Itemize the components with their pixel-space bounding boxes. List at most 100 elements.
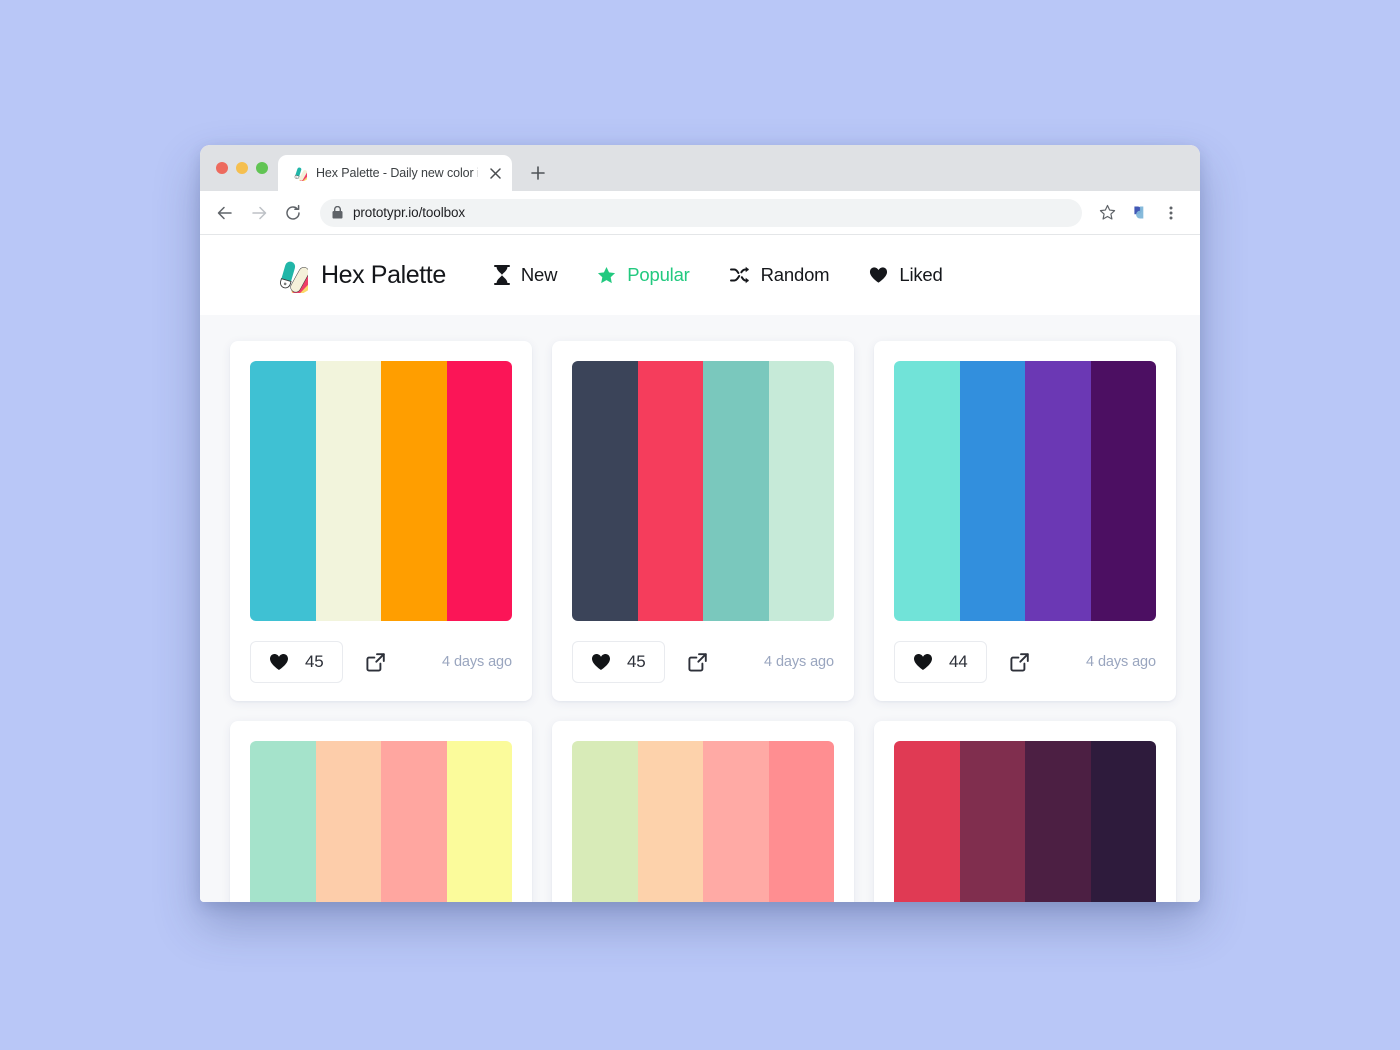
- shuffle-icon: [729, 266, 750, 284]
- palette-card[interactable]: [552, 721, 854, 902]
- palette-card[interactable]: [230, 721, 532, 902]
- browser-menu-button[interactable]: [1156, 198, 1186, 228]
- reload-icon: [286, 204, 300, 220]
- color-swatch[interactable]: [1090, 361, 1156, 621]
- star-icon: [597, 266, 616, 285]
- like-button[interactable]: 44: [894, 641, 987, 683]
- address-bar[interactable]: prototypr.io/toolbox: [320, 198, 1082, 227]
- palette-timestamp: 4 days ago: [764, 654, 834, 670]
- share-button[interactable]: [685, 649, 711, 675]
- brand-name: Hex Palette: [321, 260, 446, 289]
- heart-icon: [591, 653, 611, 671]
- nav-item-popular[interactable]: Popular: [597, 264, 690, 286]
- palette-timestamp: 4 days ago: [1086, 654, 1156, 670]
- new-tab-button[interactable]: [524, 159, 552, 187]
- nav-item-new[interactable]: New: [493, 264, 558, 286]
- window-controls: [212, 145, 278, 191]
- star-icon: [1099, 204, 1115, 220]
- palette-card-footer: 45 4 days ago: [250, 641, 512, 683]
- heart-icon: [869, 266, 888, 284]
- arrow-right-icon: [252, 206, 267, 219]
- palette-fan-logo: [279, 261, 308, 293]
- browser-window: Hex Palette - Daily new color insp: [200, 145, 1200, 902]
- nav-item-liked[interactable]: Liked: [869, 264, 943, 286]
- brand[interactable]: Hex Palette: [272, 257, 446, 293]
- palette-swatches: [572, 361, 834, 621]
- color-swatch[interactable]: [1025, 741, 1091, 902]
- color-swatch[interactable]: [1025, 361, 1091, 621]
- color-swatch[interactable]: [381, 361, 447, 621]
- nav-item-label: Popular: [627, 264, 690, 285]
- palette-swatches: [894, 741, 1156, 902]
- color-swatch[interactable]: [959, 361, 1025, 621]
- color-swatch[interactable]: [703, 361, 769, 621]
- site-header: Hex Palette New Popular Random Liked: [200, 235, 1200, 315]
- palette-card-footer: 44 4 days ago: [894, 641, 1156, 683]
- color-swatch[interactable]: [446, 361, 512, 621]
- page-content: Hex Palette New Popular Random Liked 45 …: [200, 235, 1200, 902]
- nav-item-label: Random: [760, 264, 830, 285]
- color-swatch[interactable]: [637, 361, 703, 621]
- color-swatch[interactable]: [768, 361, 834, 621]
- external-link-icon: [365, 653, 385, 672]
- nav-item-label: New: [520, 264, 558, 285]
- like-count: 45: [305, 652, 324, 671]
- browser-tab-strip: Hex Palette - Daily new color insp: [200, 145, 1200, 191]
- palette-card[interactable]: 44 4 days ago: [874, 341, 1176, 701]
- browser-tab[interactable]: Hex Palette - Daily new color insp: [278, 155, 512, 191]
- minimize-window-button[interactable]: [236, 162, 248, 174]
- hourglass-icon: [493, 265, 510, 285]
- color-swatch[interactable]: [1090, 741, 1156, 902]
- external-link-icon: [1009, 653, 1029, 672]
- close-icon: [489, 167, 501, 179]
- lock-icon: [332, 206, 343, 219]
- color-swatch[interactable]: [768, 741, 834, 902]
- tab-title: Hex Palette - Daily new color insp: [316, 166, 478, 180]
- like-count: 44: [949, 652, 968, 671]
- share-button[interactable]: [363, 649, 389, 675]
- palette-card[interactable]: [874, 721, 1176, 902]
- heart-icon: [913, 653, 933, 671]
- palette-timestamp: 4 days ago: [442, 654, 512, 670]
- extension-button[interactable]: [1124, 198, 1154, 228]
- like-button[interactable]: 45: [572, 641, 665, 683]
- forward-button[interactable]: [244, 198, 274, 228]
- palette-swatches: [894, 361, 1156, 621]
- close-tab-button[interactable]: [487, 165, 503, 181]
- reload-button[interactable]: [278, 198, 308, 228]
- nav-item-label: Liked: [899, 264, 943, 285]
- arrow-left-icon: [217, 206, 232, 219]
- external-link-icon: [687, 653, 707, 672]
- like-button[interactable]: 45: [250, 641, 343, 683]
- like-count: 45: [627, 652, 646, 671]
- back-button[interactable]: [210, 198, 240, 228]
- palette-swatches: [250, 741, 512, 902]
- palette-card-footer: 45 4 days ago: [572, 641, 834, 683]
- extension-icon: [1133, 206, 1143, 219]
- color-swatch[interactable]: [446, 741, 512, 902]
- color-swatch[interactable]: [637, 741, 703, 902]
- color-swatch[interactable]: [703, 741, 769, 902]
- palette-grid: 45 4 days ago 45 4 days ago 44 4 days ag…: [200, 315, 1200, 902]
- color-swatch[interactable]: [572, 361, 638, 621]
- color-swatch[interactable]: [315, 741, 381, 902]
- color-swatch[interactable]: [250, 361, 316, 621]
- color-swatch[interactable]: [894, 361, 960, 621]
- close-window-button[interactable]: [216, 162, 228, 174]
- palette-card[interactable]: 45 4 days ago: [230, 341, 532, 701]
- color-swatch[interactable]: [894, 741, 960, 902]
- palette-swatches: [572, 741, 834, 902]
- color-swatch[interactable]: [315, 361, 381, 621]
- bookmark-button[interactable]: [1092, 198, 1122, 228]
- color-swatch[interactable]: [250, 741, 316, 902]
- color-swatch[interactable]: [381, 741, 447, 902]
- share-button[interactable]: [1007, 649, 1033, 675]
- color-swatch[interactable]: [959, 741, 1025, 902]
- browser-toolbar: prototypr.io/toolbox: [200, 191, 1200, 235]
- nav-item-random[interactable]: Random: [729, 264, 830, 286]
- maximize-window-button[interactable]: [256, 162, 268, 174]
- palette-card[interactable]: 45 4 days ago: [552, 341, 854, 701]
- color-swatch[interactable]: [572, 741, 638, 902]
- heart-icon: [269, 653, 289, 671]
- url-text: prototypr.io/toolbox: [353, 205, 466, 220]
